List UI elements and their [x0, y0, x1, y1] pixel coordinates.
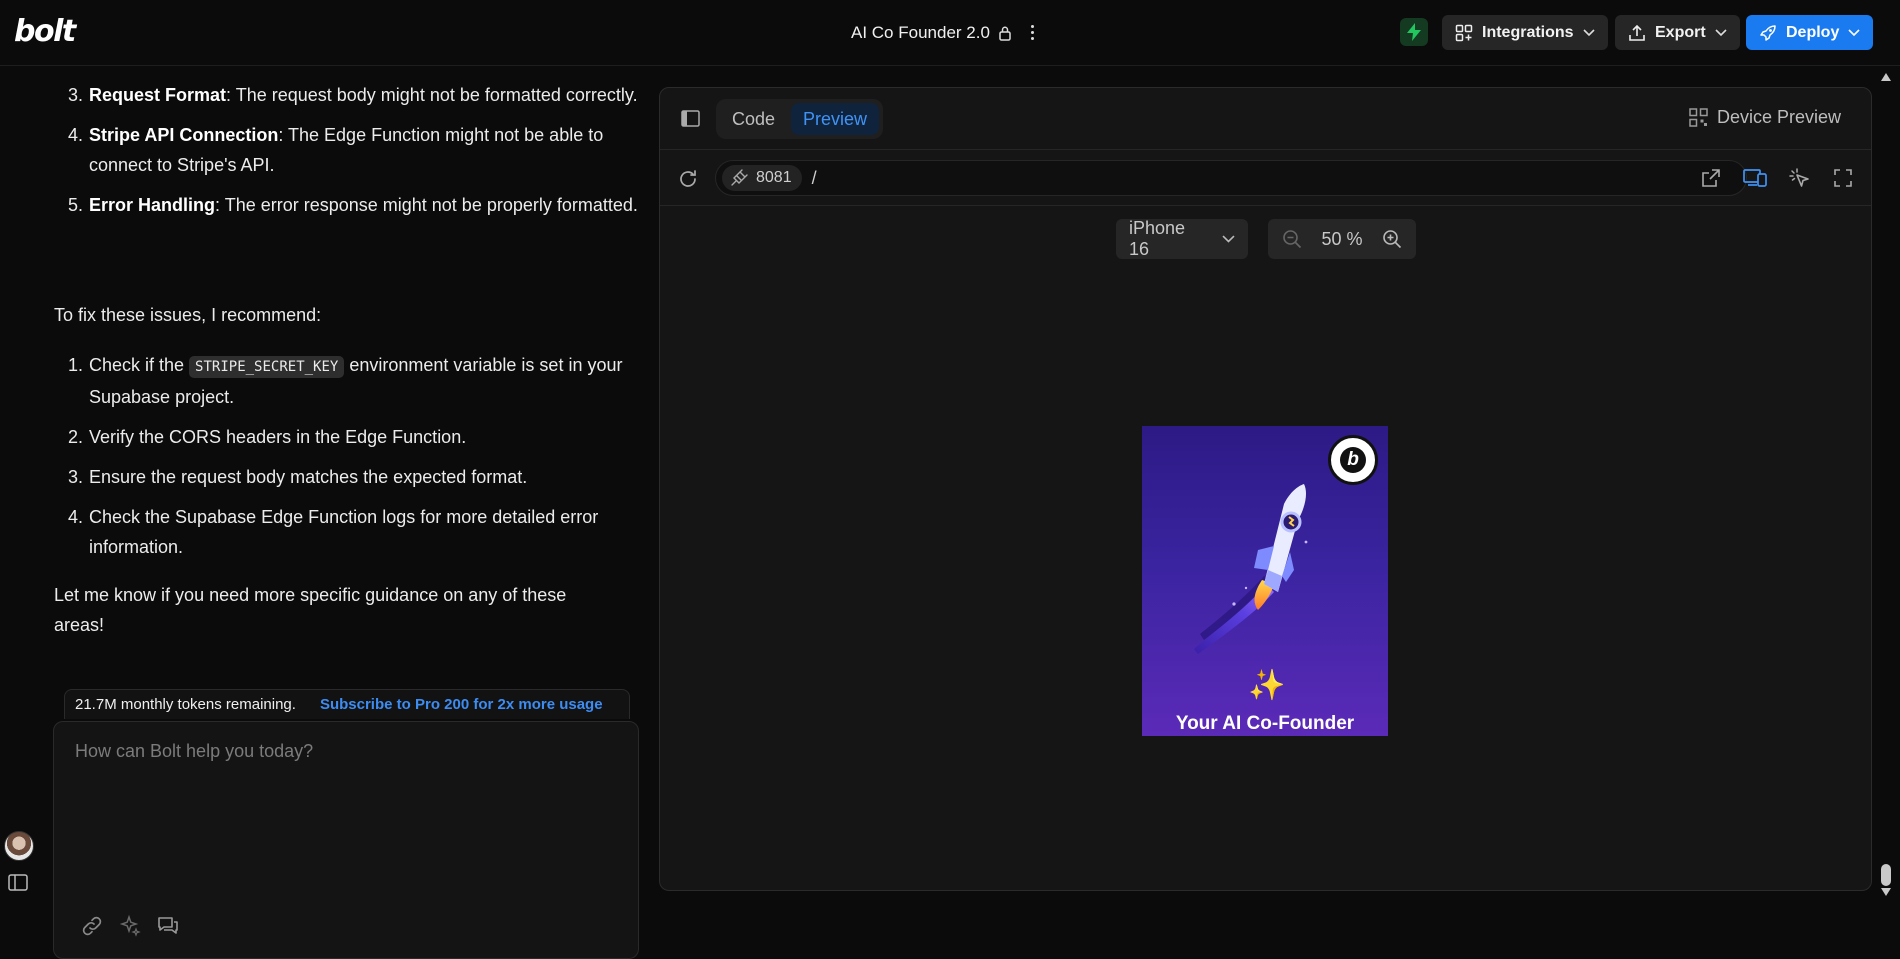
plug-icon — [731, 169, 748, 186]
list-item: Check if the STRIPE_SECRET_KEY environme… — [88, 350, 648, 412]
attach-link-icon[interactable] — [80, 914, 104, 938]
list-item: Check the Supabase Edge Function logs fo… — [88, 502, 648, 562]
composer-placeholder[interactable]: How can Bolt help you today? — [75, 741, 313, 762]
port-selector[interactable]: 8081 — [722, 165, 802, 191]
deploy-label: Deploy — [1786, 23, 1840, 41]
bolt-status-icon[interactable] — [1400, 18, 1428, 46]
issue-list: Request Format: The request body might n… — [88, 80, 648, 220]
chevron-down-icon — [1582, 28, 1595, 36]
subscribe-link[interactable]: Subscribe to Pro 200 for 2x more usage — [320, 696, 603, 713]
composer-tools — [80, 914, 180, 938]
integrations-button[interactable]: Integrations — [1442, 15, 1608, 50]
responsive-devices-icon[interactable] — [1743, 168, 1767, 188]
panel-toggle-icon[interactable] — [681, 110, 700, 127]
device-preview-button[interactable]: Device Preview — [1689, 107, 1841, 128]
top-bar: bolt AI Co Founder 2.0 Integrations Expo… — [0, 0, 1900, 66]
discuss-chat-icon[interactable] — [156, 914, 180, 938]
recommendation-list: Check if the STRIPE_SECRET_KEY environme… — [88, 350, 648, 562]
scroll-down-icon[interactable] — [1881, 888, 1891, 896]
view-tabs: Code Preview — [716, 99, 884, 139]
open-external-icon[interactable] — [1701, 168, 1721, 188]
export-label: Export — [1655, 23, 1706, 41]
chat-outro-text: Let me know if you need more specific gu… — [54, 585, 567, 635]
project-title-area[interactable]: AI Co Founder 2.0 — [851, 21, 1012, 45]
scroll-up-icon[interactable] — [1881, 73, 1891, 81]
integrations-label: Integrations — [1482, 23, 1574, 41]
url-bar-actions — [1701, 168, 1853, 190]
integrations-icon — [1455, 24, 1473, 41]
zoom-control: 50 % — [1268, 219, 1416, 259]
user-avatar[interactable] — [4, 831, 34, 861]
built-with-bolt-badge[interactable]: b — [1328, 435, 1378, 485]
chevron-down-icon — [1715, 28, 1727, 36]
zoom-level: 50 % — [1321, 228, 1363, 249]
device-select-value: iPhone 16 — [1129, 218, 1186, 259]
sparkles-icon: ✨ — [1248, 669, 1286, 702]
tokens-remaining: 21.7M monthly tokens remaining. — [75, 696, 296, 713]
lock-icon — [999, 26, 1011, 41]
export-button[interactable]: Export — [1615, 15, 1740, 50]
list-item: Ensure the request body matches the expe… — [88, 462, 648, 492]
zoom-in-icon[interactable] — [1382, 229, 1402, 249]
port-number: 8081 — [756, 169, 792, 186]
enhance-prompt-icon[interactable] — [118, 914, 142, 938]
chevron-down-icon — [1848, 28, 1860, 36]
chevron-down-icon — [1222, 235, 1235, 243]
chat-composer[interactable]: How can Bolt help you today? — [53, 721, 639, 959]
rocket-illustration — [1194, 484, 1308, 654]
list-item: Error Handling: The error response might… — [88, 190, 648, 220]
element-inspector-icon[interactable] — [1789, 168, 1811, 190]
scrollbar-thumb[interactable] — [1881, 864, 1891, 886]
zoom-out-icon[interactable] — [1282, 229, 1302, 249]
tab-code[interactable]: Code — [720, 103, 787, 135]
sidebar-toggle-icon[interactable] — [8, 874, 28, 891]
workbench-header: Code Preview Device Preview — [660, 88, 1871, 150]
env-var-code: STRIPE_SECRET_KEY — [189, 356, 345, 378]
url-path[interactable]: / — [812, 168, 817, 189]
deploy-button[interactable]: Deploy — [1746, 15, 1874, 50]
rocket-icon — [1760, 24, 1776, 41]
list-item: Request Format: The request body might n… — [88, 80, 648, 110]
list-item: Verify the CORS headers in the Edge Func… — [88, 422, 648, 452]
chat-intro-text: To fix these issues, I recommend: — [54, 305, 322, 325]
token-usage-bar: 21.7M monthly tokens remaining. Subscrib… — [64, 689, 630, 719]
qr-code-icon — [1689, 108, 1708, 127]
list-item: Stripe API Connection: The Edge Function… — [88, 120, 648, 180]
url-bar-row: 8081 / — [660, 150, 1871, 206]
url-bar[interactable]: 8081 / — [715, 160, 1747, 196]
device-select[interactable]: iPhone 16 — [1116, 218, 1248, 259]
app-preview-frame[interactable]: b ✨ Your AI Co-Founder — [1142, 426, 1388, 736]
page-scrollbar[interactable] — [1872, 67, 1900, 907]
fullscreen-icon[interactable] — [1833, 168, 1853, 188]
reload-icon[interactable] — [677, 168, 699, 190]
workbench-panel: Code Preview Device Preview 8081 / iPhon… — [659, 87, 1872, 891]
export-icon — [1629, 24, 1645, 41]
device-preview-label: Device Preview — [1716, 107, 1841, 127]
project-title[interactable]: AI Co Founder 2.0 — [851, 23, 990, 43]
tab-preview[interactable]: Preview — [791, 103, 880, 135]
chat-panel: Request Format: The request body might n… — [0, 67, 650, 959]
bolt-logo[interactable]: bolt — [14, 14, 76, 49]
app-hero-title: Your AI Co-Founder — [1175, 713, 1355, 734]
project-more-menu-icon[interactable] — [1024, 20, 1040, 44]
